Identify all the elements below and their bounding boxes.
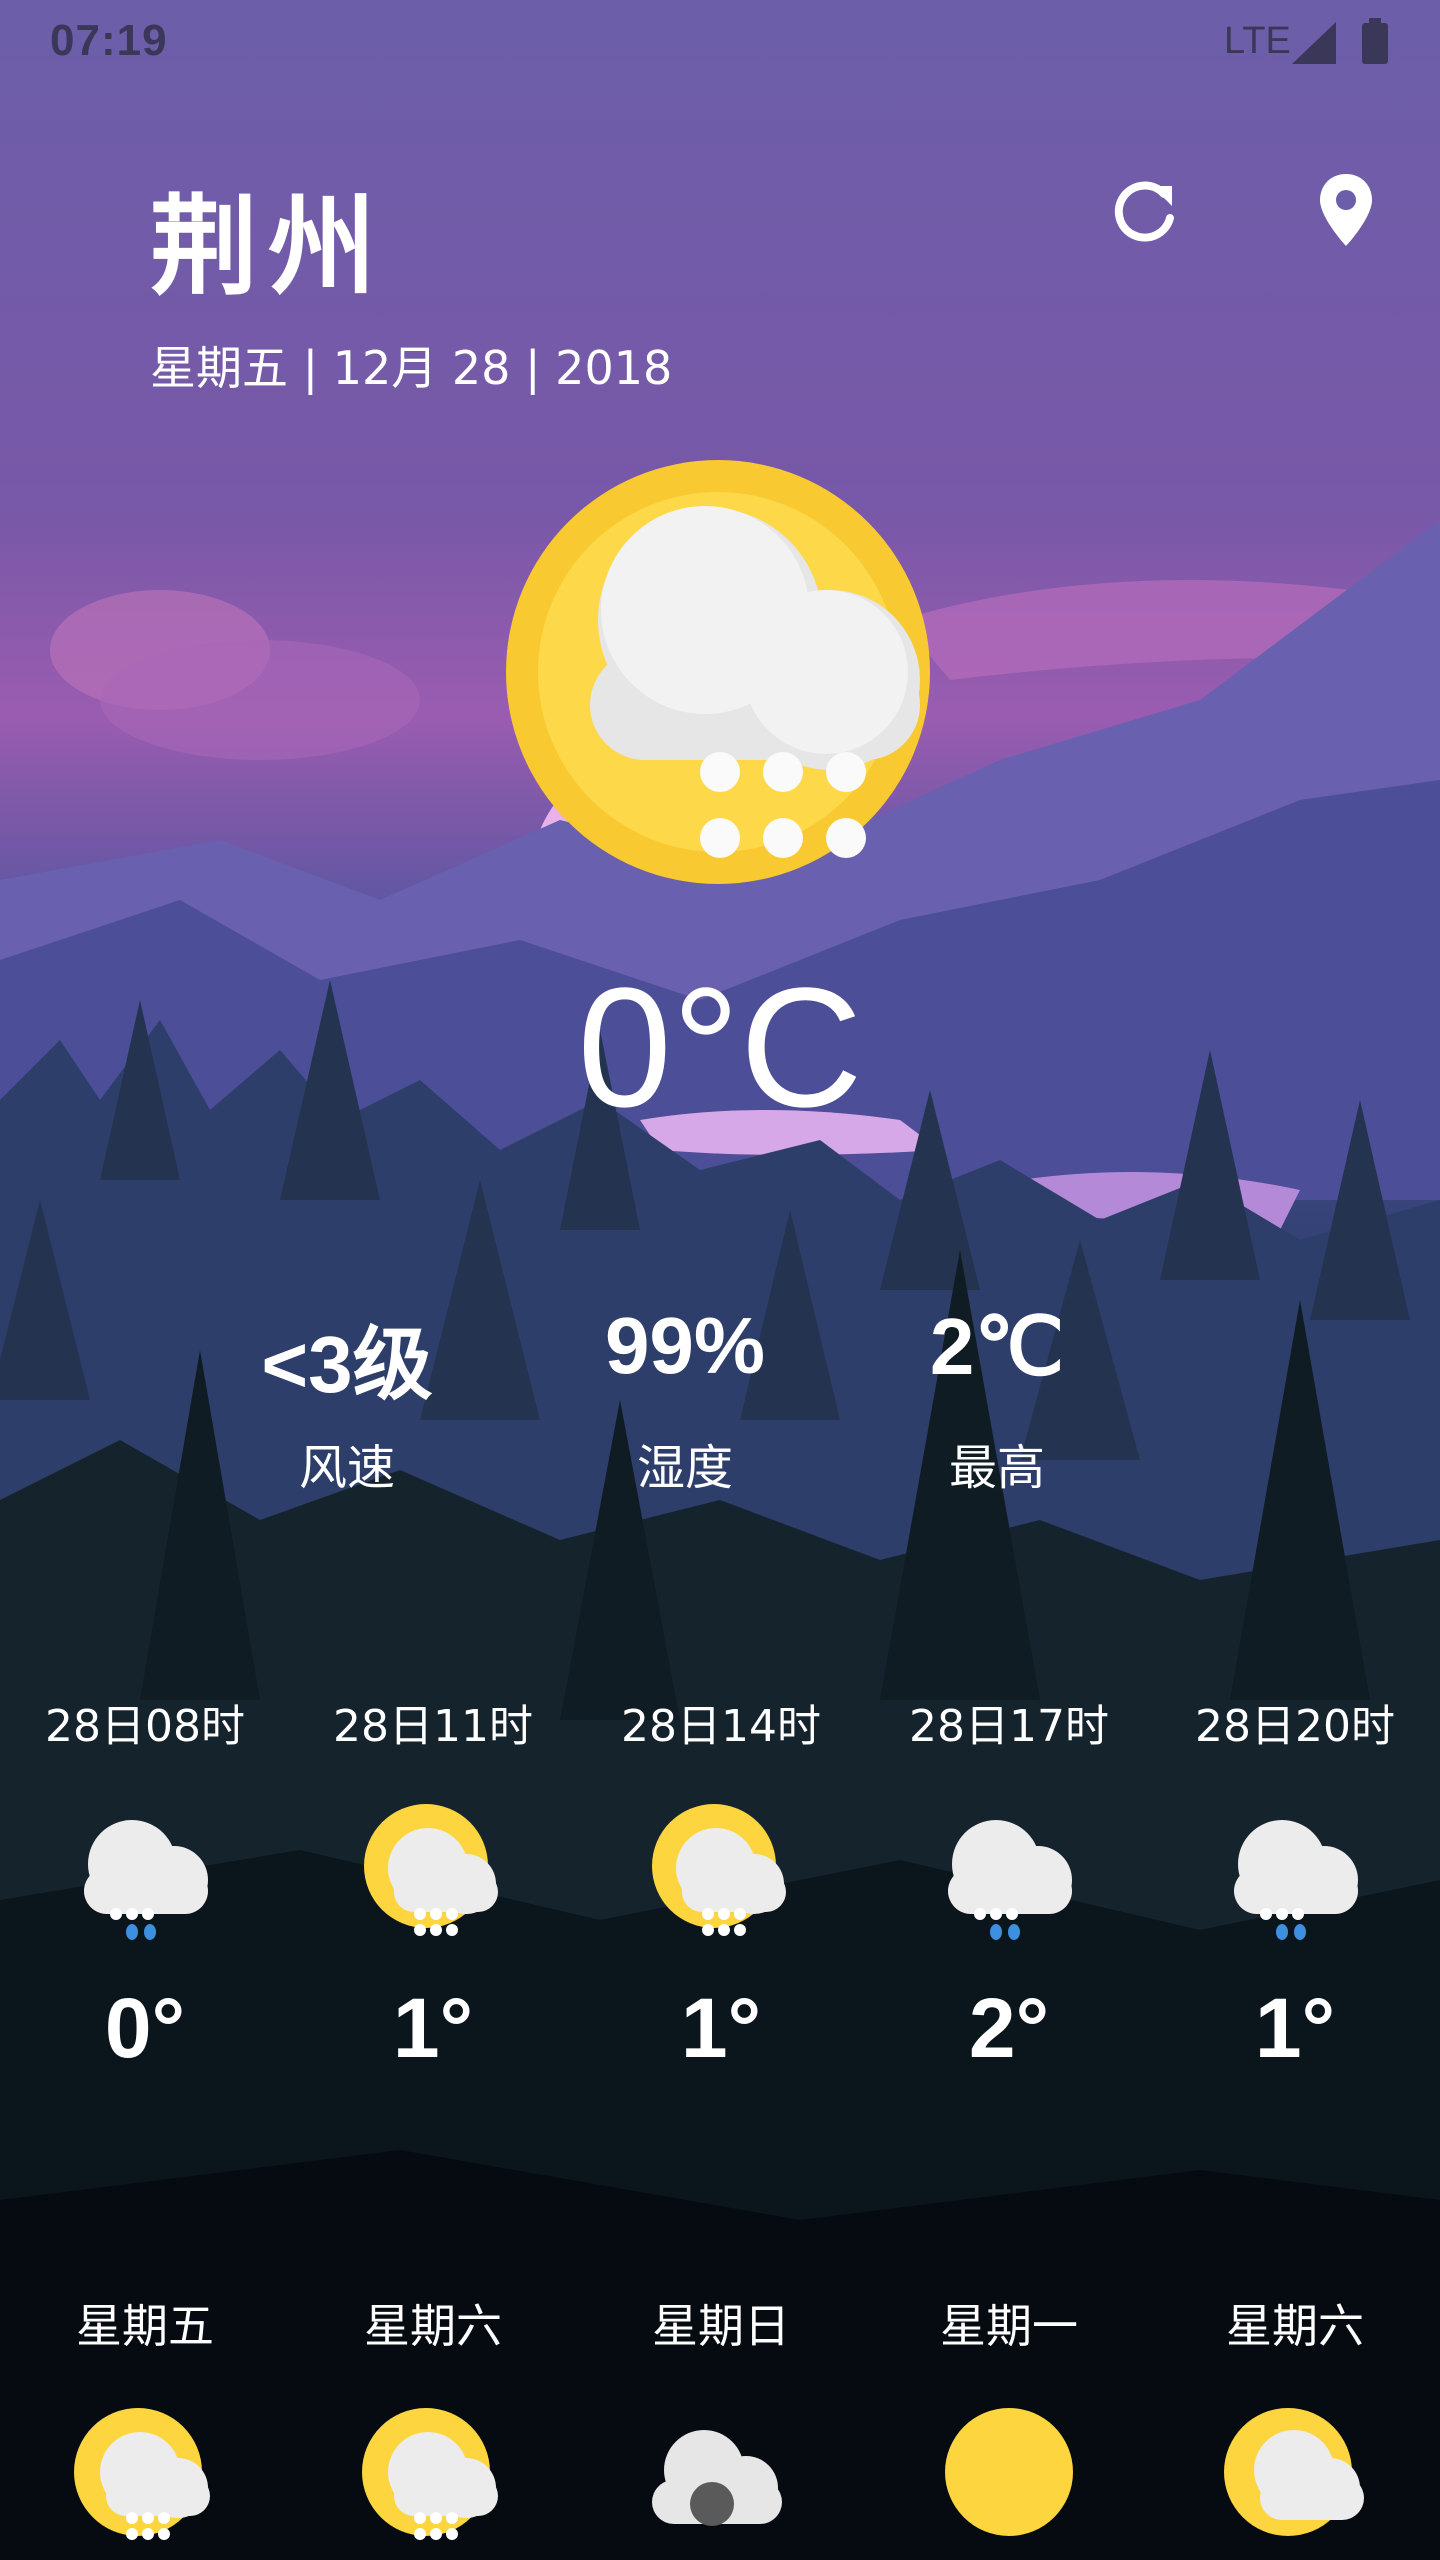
rain-snow-icon [84, 1820, 208, 1940]
day-name: 星期六 [1226, 2299, 1364, 2353]
refresh-icon [1114, 181, 1174, 242]
status-time: 07:19 [50, 16, 168, 65]
hour-time: 28日20时 [1195, 1701, 1395, 1752]
hour-temp: 1° [392, 1981, 474, 2075]
network-type: LTE [1224, 20, 1291, 62]
light-snow-icon [500, 450, 980, 910]
hourly-item: 28日20时 1° [1150, 1690, 1440, 2077]
hourly-item: 28日08时 0° [0, 1690, 290, 2077]
high-temp-value: 2℃ [929, 1302, 1065, 1391]
rain-snow-icon [1234, 1820, 1358, 1940]
location-pin-icon [1320, 174, 1372, 246]
battery-icon [1362, 18, 1388, 64]
hour-temp: 0° [104, 1981, 186, 2075]
daily-item: 星期一 [864, 2290, 1154, 2544]
humidity-value: 99% [604, 1301, 766, 1390]
daily-item: 星期六 [1150, 2290, 1440, 2544]
sun-icon [945, 2408, 1073, 2536]
hourly-item: 28日14时 1° [576, 1690, 866, 2077]
hour-temp: 2° [968, 1981, 1050, 2075]
current-temperature: 0°C [577, 953, 863, 1143]
location-button[interactable] [1306, 170, 1386, 250]
daily-item: 星期六 [288, 2290, 578, 2544]
hourly-item: 28日11时 1° [288, 1690, 578, 2077]
sun-snow-icon [74, 2408, 210, 2540]
wind-speed-value: <3级 [261, 1320, 433, 1409]
status-bar: 07:19 LTE [0, 0, 1440, 84]
daily-item: 星期日 [576, 2290, 866, 2544]
sun-snow-icon [652, 1804, 786, 1936]
daily-item: 星期五 [0, 2290, 290, 2544]
day-name: 星期六 [364, 2299, 502, 2353]
day-name: 星期一 [940, 2299, 1078, 2353]
hour-temp: 1° [680, 1981, 762, 2075]
signal-icon [1292, 22, 1336, 64]
sun-snow-icon [362, 2408, 498, 2540]
humidity-stat: 99% 湿度 [515, 1300, 855, 1498]
sun-snow-icon [364, 1804, 498, 1936]
high-temp-stat: 2℃ 最高 [827, 1300, 1167, 1498]
hour-temp: 1° [1254, 1981, 1336, 2075]
hour-time: 28日08时 [45, 1701, 245, 1752]
cloud-icon [652, 2430, 782, 2526]
hour-time: 28日14时 [621, 1701, 821, 1752]
current-date: 星期五 | 12月 28 | 2018 [150, 341, 673, 395]
partly-cloudy-icon [1224, 2408, 1364, 2536]
hourly-item: 28日17时 2° [864, 1690, 1154, 2077]
refresh-button[interactable] [1106, 170, 1186, 250]
high-temp-label: 最高 [948, 1440, 1045, 1496]
day-name: 星期五 [76, 2299, 214, 2353]
wind-speed-stat: <3级 风速 [177, 1300, 517, 1498]
day-name: 星期日 [652, 2299, 790, 2353]
wind-speed-label: 风速 [298, 1440, 395, 1496]
rain-snow-icon [948, 1820, 1072, 1940]
hour-time: 28日17时 [909, 1701, 1109, 1752]
city-name: 荆州 [150, 185, 387, 310]
humidity-label: 湿度 [636, 1440, 733, 1496]
hour-time: 28日11时 [333, 1701, 533, 1752]
